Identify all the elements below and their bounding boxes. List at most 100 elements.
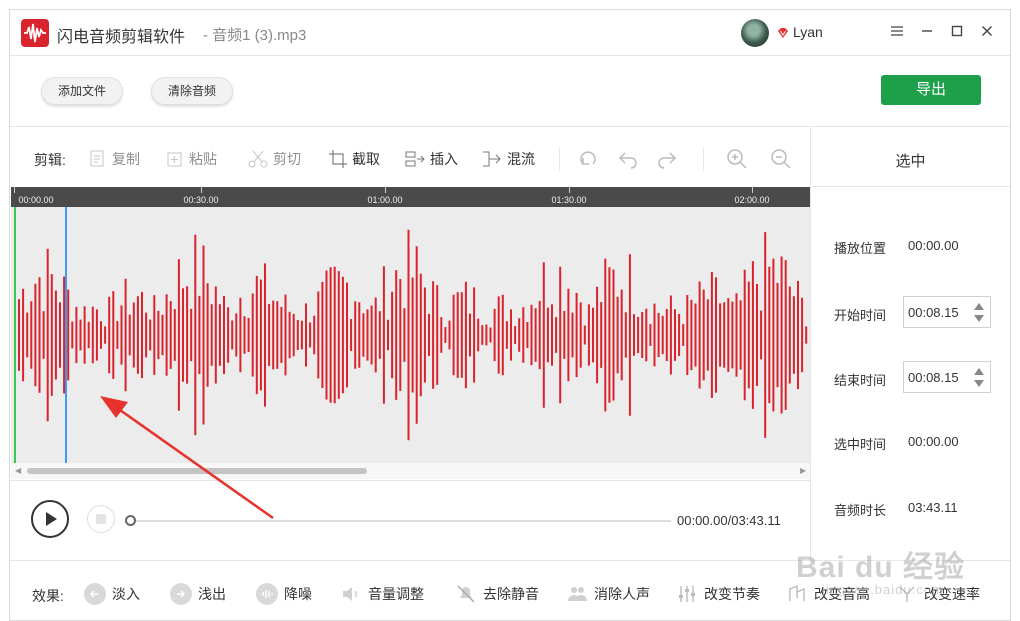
insert-button[interactable]: 插入 [404, 146, 458, 172]
cut-label: 剪切 [273, 151, 301, 167]
ruler-tick-label: 01:30.00 [551, 195, 587, 205]
start-time-stepper[interactable]: 00:08.15 [903, 296, 991, 328]
end-time-value[interactable]: 00:08.15 [908, 370, 959, 385]
divider [10, 126, 1010, 127]
export-button[interactable]: 导出 [881, 75, 981, 105]
mix-icon [483, 151, 501, 167]
play-position-value: 00:00.00 [908, 238, 959, 253]
end-time-label: 结束时间 [834, 373, 887, 388]
duration-value: 03:43.11 [908, 500, 958, 515]
insert-icon [405, 151, 425, 167]
volume-label: 音量调整 [368, 586, 424, 602]
copy-button[interactable]: 复制 [88, 146, 140, 172]
add-file-button[interactable]: 添加文件 [41, 77, 124, 105]
ruler-tick [14, 187, 15, 193]
people-icon [566, 583, 588, 605]
denoise-label: 降噪 [284, 586, 312, 602]
undo-icon[interactable] [617, 148, 639, 170]
zoom-in-icon[interactable] [726, 148, 748, 170]
app-logo-icon [21, 19, 49, 47]
avatar[interactable] [741, 19, 769, 47]
selected-time-label: 选中时间 [834, 437, 887, 452]
start-time-value[interactable]: 00:08.15 [908, 305, 959, 320]
fade-out-label: 浅出 [198, 586, 226, 602]
zoom-out-icon[interactable] [770, 148, 792, 170]
baidu-watermark-url: jingyan.baidu.com [822, 582, 944, 597]
denoise-button[interactable]: 降噪 [256, 582, 312, 606]
close-icon[interactable] [976, 22, 998, 44]
divider [810, 186, 1010, 187]
paste-button[interactable]: 粘贴 [165, 146, 217, 172]
effects-label: 效果: [32, 588, 64, 604]
redo-icon[interactable] [656, 148, 678, 170]
increment-icon[interactable] [974, 368, 984, 375]
toolbar-separator [703, 147, 704, 171]
fade-in-icon [84, 583, 106, 605]
crop-label: 截取 [352, 151, 380, 167]
remove-silence-button[interactable]: 去除静音 [455, 582, 539, 606]
vip-diamond-icon [778, 28, 788, 38]
app-window: 闪电音频剪辑软件 - 音频1 (3).mp3 Lyan 添加文件 清除音频 导出… [9, 9, 1011, 621]
pitch-icon [786, 583, 808, 605]
ruler-tick-label: 02:00.00 [734, 195, 770, 205]
ruler-tick-label: 00:30.00 [183, 195, 219, 205]
cut-button[interactable]: 剪切 [247, 146, 301, 172]
ruler-tick [752, 187, 753, 193]
divider [810, 126, 811, 561]
clear-audio-button[interactable]: 清除音频 [151, 77, 234, 105]
mute-bell-icon [455, 583, 477, 605]
fade-out-button[interactable]: 浅出 [170, 582, 226, 606]
timeline-ruler[interactable]: 00:00.00 00:30.00 01:00.00 01:30.00 02:0… [11, 187, 810, 207]
fade-in-button[interactable]: 淡入 [84, 582, 140, 606]
fade-in-label: 淡入 [112, 586, 140, 602]
ruler-tick [201, 187, 202, 193]
app-title: 闪电音频剪辑软件 [57, 29, 186, 46]
play-position-label: 播放位置 [834, 241, 887, 256]
tempo-label: 改变节奏 [704, 586, 760, 602]
insert-label: 插入 [430, 151, 458, 167]
paste-icon [167, 152, 182, 167]
username[interactable]: Lyan [793, 24, 823, 40]
mix-button[interactable]: 混流 [481, 146, 535, 172]
copy-label: 复制 [112, 151, 140, 167]
ruler-tick-label: 01:00.00 [367, 195, 403, 205]
sliders-icon [676, 583, 698, 605]
decrement-icon[interactable] [974, 315, 984, 322]
title-bar: 闪电音频剪辑软件 - 音频1 (3).mp3 Lyan [10, 10, 1010, 56]
ruler-tick [385, 187, 386, 193]
paste-label: 粘贴 [189, 151, 217, 167]
scissors-icon [248, 150, 268, 168]
volume-icon [340, 583, 362, 605]
play-button[interactable] [31, 500, 69, 538]
remove-vocals-button[interactable]: 消除人声 [566, 582, 650, 606]
copy-icon [90, 150, 104, 167]
redo-circle-icon[interactable] [577, 148, 599, 170]
hamburger-icon[interactable] [886, 22, 908, 44]
playback-time: 00:00.00/03:43.11 [677, 513, 781, 528]
increment-icon[interactable] [974, 303, 984, 310]
crop-button[interactable]: 截取 [328, 146, 380, 172]
annotation-arrow [100, 396, 274, 520]
fade-out-icon [170, 583, 192, 605]
denoise-icon [256, 583, 278, 605]
file-name: - 音频1 (3).mp3 [203, 27, 307, 44]
toolbar-separator [559, 147, 560, 171]
end-time-stepper[interactable]: 00:08.15 [903, 361, 991, 393]
scroll-left-icon[interactable]: ◀ [15, 466, 21, 475]
crop-icon [329, 150, 347, 168]
decrement-icon[interactable] [974, 380, 984, 387]
volume-button[interactable]: 音量调整 [340, 582, 424, 606]
maximize-icon[interactable] [946, 22, 968, 44]
scroll-right-icon[interactable]: ▶ [800, 466, 806, 475]
minimize-icon[interactable] [916, 22, 938, 44]
edit-toolbar-label: 剪辑: [34, 152, 66, 168]
start-time-label: 开始时间 [834, 308, 887, 323]
play-icon [46, 512, 57, 526]
ruler-tick [569, 187, 570, 193]
duration-label: 音频时长 [834, 503, 887, 518]
selected-time-value: 00:00.00 [908, 434, 959, 449]
mix-label: 混流 [507, 151, 535, 167]
tempo-button[interactable]: 改变节奏 [676, 582, 760, 606]
remove-vocals-label: 消除人声 [594, 586, 650, 602]
ruler-tick-label: 00:00.00 [18, 195, 54, 205]
